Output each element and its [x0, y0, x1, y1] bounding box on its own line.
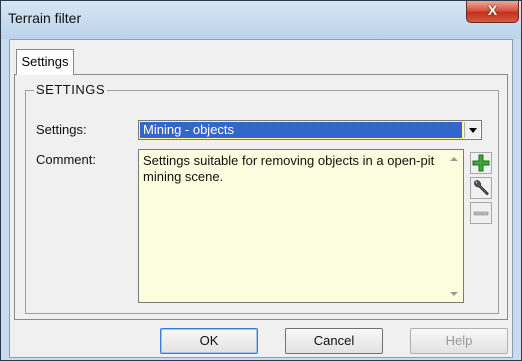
scroll-down-icon[interactable] — [450, 292, 458, 296]
comment-text: Settings suitable for removing objects i… — [143, 153, 435, 184]
settings-group: SETTINGS Settings: Mining - objects Comm… — [25, 82, 499, 314]
plus-icon — [472, 154, 490, 172]
dialog-body: Settings SETTINGS Settings: Mining - obj… — [9, 39, 513, 358]
settings-select[interactable]: Mining - objects — [138, 120, 482, 140]
remove-setting-button[interactable] — [470, 202, 492, 224]
comment-scrollbar[interactable] — [446, 150, 463, 302]
settings-label: Settings: — [36, 122, 87, 137]
window-title: Terrain filter — [8, 10, 82, 26]
settings-tab-panel: SETTINGS Settings: Mining - objects Comm… — [14, 74, 508, 320]
wrench-icon — [474, 180, 489, 196]
settings-selected-value: Mining - objects — [139, 121, 463, 139]
add-setting-button[interactable] — [470, 152, 492, 174]
title-bar[interactable]: Terrain filter X — [1, 1, 521, 39]
comment-label: Comment: — [36, 152, 96, 167]
chevron-down-icon[interactable] — [464, 122, 480, 138]
help-button[interactable]: Help — [410, 328, 508, 354]
close-icon: X — [487, 2, 498, 18]
tab-settings[interactable]: Settings — [16, 49, 74, 75]
scroll-up-icon[interactable] — [450, 157, 458, 161]
terrain-filter-dialog: Terrain filter X Settings SETTINGS Setti… — [0, 0, 522, 361]
settings-group-label: SETTINGS — [34, 82, 108, 97]
comment-textarea[interactable]: Settings suitable for removing objects i… — [138, 149, 464, 303]
close-button[interactable]: X — [466, 1, 519, 23]
minus-icon — [473, 211, 489, 216]
ok-button[interactable]: OK — [160, 328, 258, 354]
edit-setting-button[interactable] — [470, 177, 492, 199]
cancel-button[interactable]: Cancel — [285, 328, 383, 354]
